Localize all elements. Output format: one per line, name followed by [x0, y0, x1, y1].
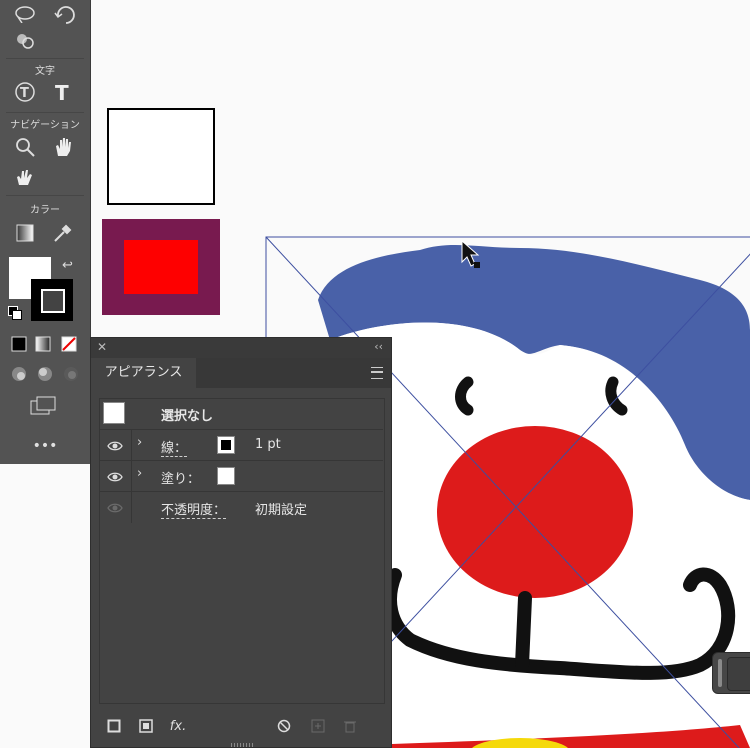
section-label-text: 文字 — [35, 66, 55, 77]
add-new-stroke-icon[interactable] — [105, 717, 123, 735]
section-label-color: カラー — [30, 205, 60, 216]
selection-thumbnail — [103, 402, 125, 424]
hand-tool-icon[interactable] — [48, 133, 78, 161]
row-divider — [131, 430, 132, 461]
opacity-value[interactable]: 初期設定 — [255, 499, 307, 518]
add-new-fill-icon[interactable] — [137, 717, 155, 735]
stroke-color-swatch[interactable] — [217, 436, 235, 454]
expand-chevron-icon[interactable]: › — [137, 435, 142, 450]
white-rectangle[interactable] — [107, 108, 215, 205]
cursor-anchor-icon — [474, 262, 480, 268]
stroke-weight-value[interactable]: 1 pt — [255, 437, 281, 452]
red-rectangle[interactable] — [124, 240, 198, 294]
opacity-label[interactable]: 不透明度： — [161, 499, 227, 519]
clown-nose — [437, 426, 633, 598]
rotate-tool-icon[interactable] — [50, 0, 80, 28]
stroke-row[interactable]: › 線： 1 pt — [99, 429, 383, 461]
panel-tab-bar: アピアランス — [91, 358, 391, 388]
screen-mode-icon[interactable] — [28, 392, 58, 420]
stroke-swatch[interactable] — [31, 279, 73, 321]
svg-text:T: T — [55, 81, 69, 103]
resize-grip[interactable] — [231, 743, 255, 747]
selection-status: 選択なし — [161, 409, 214, 424]
dock-handle[interactable] — [718, 659, 722, 687]
expand-chevron-icon[interactable]: › — [137, 466, 142, 481]
dock-button[interactable] — [727, 657, 750, 691]
opacity-row[interactable]: 不透明度： 初期設定 — [99, 491, 383, 523]
zoom-tool-icon[interactable] — [10, 133, 40, 161]
clear-appearance-icon[interactable] — [275, 717, 293, 735]
row-divider — [131, 492, 132, 523]
panel-footer: fx. — [91, 707, 391, 747]
add-effect-button[interactable]: fx. — [169, 717, 187, 735]
stroke-label[interactable]: 線： — [161, 437, 188, 457]
area-type-tool-icon[interactable]: T — [10, 78, 40, 106]
tools-panel: 文字 T T ナビゲーション カラー ↩ ••• — [0, 0, 91, 464]
collapsed-panel-dock[interactable] — [712, 652, 750, 694]
fill-color-swatch[interactable] — [217, 467, 235, 485]
draw-inside-icon[interactable] — [56, 360, 86, 388]
selection-header-row: 選択なし — [99, 398, 383, 429]
visibility-eye-icon — [107, 503, 123, 513]
fill-label[interactable]: 塗り： — [161, 468, 200, 487]
mouth-center — [515, 591, 532, 672]
tab-appearance[interactable]: アピアランス — [91, 358, 196, 388]
shape-builder-tool-icon[interactable] — [10, 26, 40, 54]
row-divider — [131, 461, 132, 492]
more-tools-button[interactable]: ••• — [30, 432, 60, 460]
svg-text:T: T — [20, 86, 29, 101]
eyedropper-tool-icon[interactable] — [48, 219, 78, 247]
default-colors-icon[interactable] — [8, 306, 22, 320]
type-tool-icon[interactable]: T — [48, 78, 78, 106]
gradient-tool-icon[interactable] — [10, 219, 40, 247]
collapse-icon[interactable]: ‹‹ — [374, 340, 383, 353]
panel-titlebar[interactable]: ✕ ‹‹ — [91, 338, 391, 358]
close-icon[interactable]: ✕ — [97, 340, 107, 354]
appearance-panel: ✕ ‹‹ アピアランス 選択なし › 線： 1 pt › 塗り： 不透明度： 初… — [90, 337, 392, 748]
visibility-eye-icon[interactable] — [107, 469, 123, 485]
delete-item-icon — [341, 717, 359, 735]
rotate-view-tool-icon[interactable] — [10, 163, 40, 191]
section-label-navigation: ナビゲーション — [10, 120, 80, 131]
none-mode-icon[interactable] — [54, 330, 84, 358]
panel-menu-icon[interactable] — [371, 367, 383, 379]
fill-row[interactable]: › 塗り： — [99, 460, 383, 492]
visibility-eye-icon[interactable] — [107, 438, 123, 454]
lasso-tool-icon[interactable] — [10, 0, 40, 28]
duplicate-item-icon — [309, 717, 327, 735]
swap-colors-icon[interactable]: ↩ — [62, 258, 73, 273]
